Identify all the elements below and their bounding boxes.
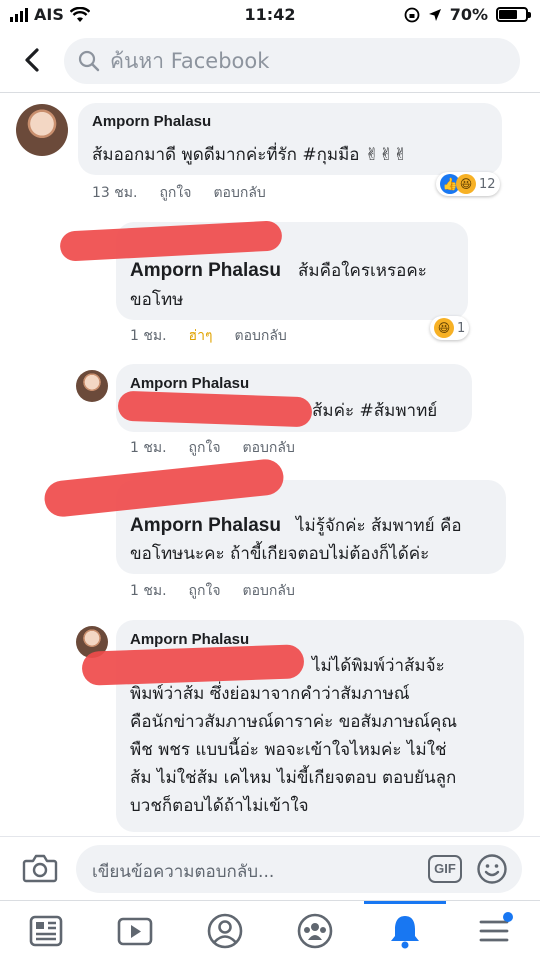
comment-text: คือนักข่าวสัมภาษณ์ดาราค่ะ ขอสัมภาษณ์คุณ [130, 712, 457, 732]
like-button[interactable]: ถูกใจ [189, 437, 221, 459]
watch-icon[interactable] [115, 911, 155, 951]
comment-text: ส้มคือใครเหรอคะ [298, 261, 427, 281]
reply-button[interactable]: ตอบกลับ [234, 325, 286, 347]
status-bar: AIS 11:42 70% [0, 0, 540, 30]
camera-icon[interactable] [22, 853, 58, 883]
groups-icon[interactable] [295, 911, 335, 951]
emoji-icon[interactable] [476, 853, 508, 885]
reaction-summary[interactable]: 👍 😆 12 [436, 172, 500, 196]
reply-button[interactable]: ตอบกลับ [243, 580, 295, 602]
comment-text: ส้มออกมาดี พูดดีมากค่ะที่รัก #กุมมือ ✌✌✌ [92, 145, 408, 165]
comment-time: 1 ชม. [130, 328, 167, 344]
header: ค้นหา Facebook [0, 30, 540, 92]
comment-meta: 1 ชม. ถูกใจ ตอบกลับ [130, 437, 295, 459]
comment-meta: 1 ชม. ฮ่าๆ ตอบกลับ [130, 325, 287, 347]
comment-meta: 1 ชม. ถูกใจ ตอบกลับ [130, 580, 295, 602]
comment-meta: 13 ชม. ถูกใจ ตอบกลับ [92, 182, 266, 204]
comment-author[interactable]: Amporn Phalasu [130, 631, 249, 648]
comment-time: 13 ชม. [92, 185, 138, 201]
reaction-summary[interactable]: 😆 1 [430, 316, 470, 340]
battery-percent: 70% [449, 5, 488, 24]
gif-button[interactable]: GIF [428, 855, 462, 883]
search-bar[interactable]: ค้นหา Facebook [64, 38, 520, 84]
reply-input[interactable]: เขียนข้อความตอบกลับ... GIF [76, 845, 522, 893]
comment-author[interactable]: Amporn Phalasu [92, 113, 211, 130]
header-divider [0, 92, 540, 93]
comment-text: ไม่ได้พิมพ์ว่าส้มจ้ะ [312, 656, 445, 676]
like-button[interactable]: ถูกใจ [189, 580, 221, 602]
reaction-count: 12 [479, 176, 496, 192]
reply-placeholder: เขียนข้อความตอบกลับ... [92, 862, 275, 882]
comment-text: ส้มค่ะ #ส้มพาทย์ [312, 401, 438, 421]
haha-reaction-icon: 😆 [456, 174, 476, 194]
reply-button[interactable]: ตอบกลับ [213, 182, 265, 204]
active-tab-indicator [364, 901, 446, 904]
comment-text: บวชก็ตอบได้ถ้าไม่เข้าใจ [130, 796, 309, 816]
notifications-icon[interactable] [385, 911, 425, 951]
comment-text: ขอโทษนะคะ ถ้าขี้เกียจตอบไม่ต้องก็ได้ค่ะ [130, 544, 430, 564]
news-feed-icon[interactable] [26, 911, 66, 951]
comment-time: 1 ชม. [130, 583, 167, 599]
comment-text: ขอโทษ [130, 290, 184, 310]
comment-text: ไม่รู้จักค่ะ ส้มพาทย์ คือ [296, 516, 462, 536]
reaction-count: 1 [457, 320, 466, 336]
location-icon [428, 8, 441, 21]
avatar[interactable] [76, 370, 108, 402]
reply-composer: เขียนข้อความตอบกลับ... GIF [0, 836, 540, 900]
avatar[interactable] [16, 104, 68, 156]
rotation-lock-icon [404, 7, 420, 22]
search-placeholder: ค้นหา Facebook [110, 48, 270, 73]
like-button[interactable]: ถูกใจ [159, 182, 191, 204]
search-icon [78, 50, 100, 72]
comment-author[interactable]: Amporn Phalasu [130, 260, 281, 282]
battery-fill [499, 10, 518, 19]
comment-author[interactable]: Amporn Phalasu [130, 375, 249, 392]
chevron-left-icon[interactable] [18, 44, 48, 76]
comment-bubble: Amporn Phalasu ส้มออกมาดี พูดดีมากค่ะที่… [78, 103, 502, 175]
comment-text: ส้ม ไม่ใช่ส้ม เคไหม ไม่ขี้เกียจตอบ ตอบยั… [130, 768, 457, 788]
profile-icon[interactable] [205, 911, 245, 951]
menu-icon[interactable] [474, 911, 514, 951]
haha-button[interactable]: ฮ่าๆ [189, 325, 213, 347]
comment-text: พิมพ์ว่าส้ม ซึ่งย่อมาจากคำว่าสัมภาษณ์ [130, 684, 410, 704]
comment-time: 1 ชม. [130, 440, 167, 456]
reply-button[interactable]: ตอบกลับ [243, 437, 295, 459]
tab-bar [0, 900, 540, 960]
comment-author[interactable]: Amporn Phalasu [130, 515, 281, 537]
comment-text: พืช พชร แบบนี้อ่ะ พอจะเข้าใจไหมค่ะ ไม่ใช… [130, 740, 447, 760]
battery-icon [496, 7, 531, 22]
haha-reaction-icon: 😆 [434, 318, 454, 338]
